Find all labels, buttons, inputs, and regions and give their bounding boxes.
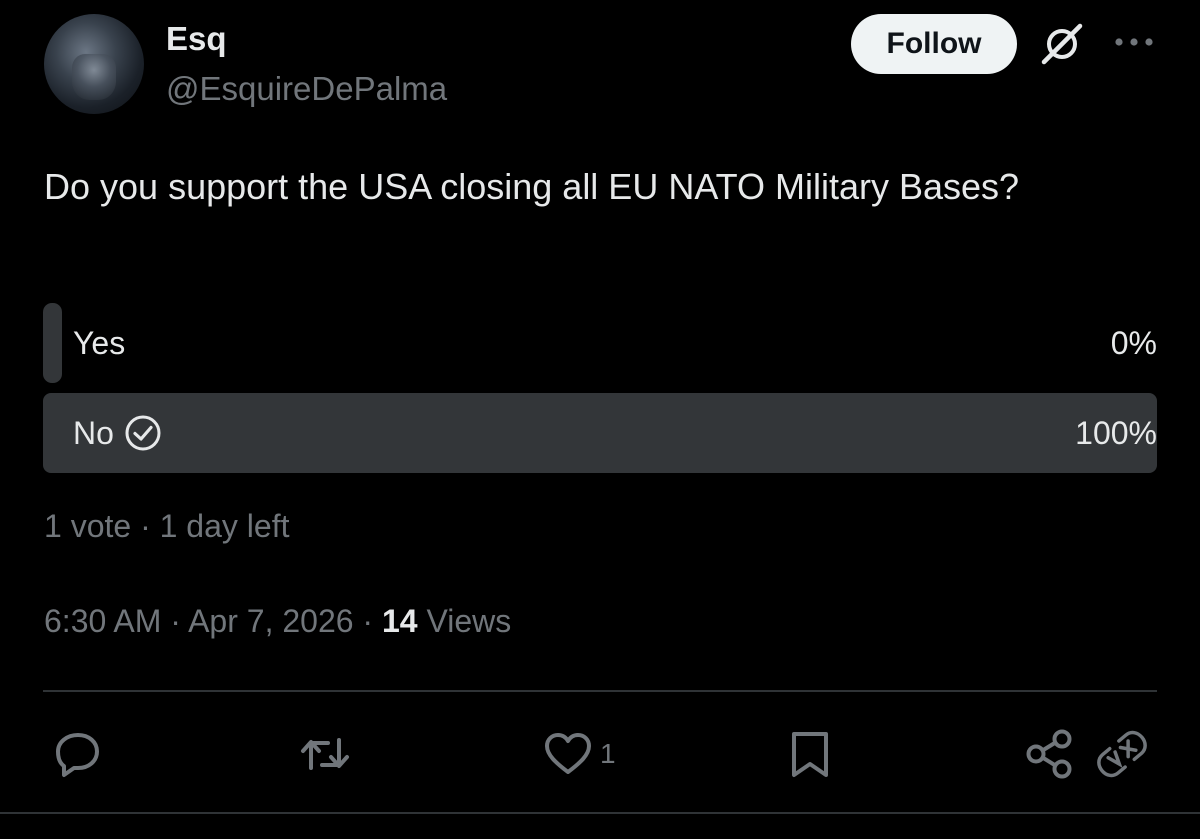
views-count: 14 bbox=[381, 603, 418, 639]
bookmark-icon bbox=[792, 732, 828, 777]
poll-meta: 1 vote · 1 day left bbox=[44, 508, 290, 544]
check-circle-icon bbox=[125, 415, 161, 451]
bookmark-button[interactable] bbox=[782, 726, 838, 782]
like-button[interactable]: 1 bbox=[540, 726, 616, 782]
timestamp-time-date[interactable]: 6:30 AM · Apr 7, 2026 · bbox=[44, 603, 382, 639]
share-icon bbox=[1026, 729, 1072, 779]
views-label: Views bbox=[417, 603, 512, 639]
divider bbox=[43, 690, 1157, 692]
author-handle[interactable]: @EsquireDePalma bbox=[166, 70, 447, 108]
poll-option-yes-percent: 0% bbox=[1110, 324, 1157, 361]
poll-bar-yes bbox=[43, 303, 62, 383]
vx-link-icon bbox=[1097, 730, 1147, 778]
share-button[interactable] bbox=[1022, 726, 1078, 782]
reply-button[interactable] bbox=[50, 726, 106, 782]
poll-bar-no bbox=[43, 393, 1157, 473]
grok-slash-icon[interactable] bbox=[1038, 20, 1086, 68]
vx-link-button[interactable] bbox=[1094, 726, 1150, 782]
tweet-text: Do you support the USA closing all EU NA… bbox=[44, 166, 1020, 207]
tweet-timestamp: 6:30 AM · Apr 7, 2026 · 14 Views bbox=[44, 603, 511, 640]
reply-icon bbox=[56, 733, 99, 777]
poll-option-label: Yes bbox=[73, 303, 125, 383]
repost-icon bbox=[301, 738, 349, 770]
repost-button[interactable] bbox=[297, 726, 353, 782]
poll-option-yes-label: Yes bbox=[73, 324, 126, 361]
poll-option-yes: Yes 0% bbox=[43, 303, 1157, 383]
poll-option-no: No 100% bbox=[43, 393, 1157, 473]
poll-option-no-label: No bbox=[73, 414, 114, 451]
poll-option-no-percent: 100% bbox=[1075, 414, 1157, 451]
follow-button[interactable]: Follow bbox=[851, 14, 1017, 74]
avatar[interactable] bbox=[44, 14, 144, 114]
poll-option-label: No bbox=[73, 393, 162, 473]
like-count: 1 bbox=[600, 738, 616, 769]
tweet-detail: Esq @EsquireDePalma Follow Do you suppor… bbox=[0, 0, 1200, 839]
bottom-divider bbox=[0, 812, 1200, 814]
author-display-name[interactable]: Esq bbox=[166, 20, 227, 58]
more-dots-icon[interactable] bbox=[1112, 30, 1156, 54]
heart-icon bbox=[545, 733, 591, 774]
